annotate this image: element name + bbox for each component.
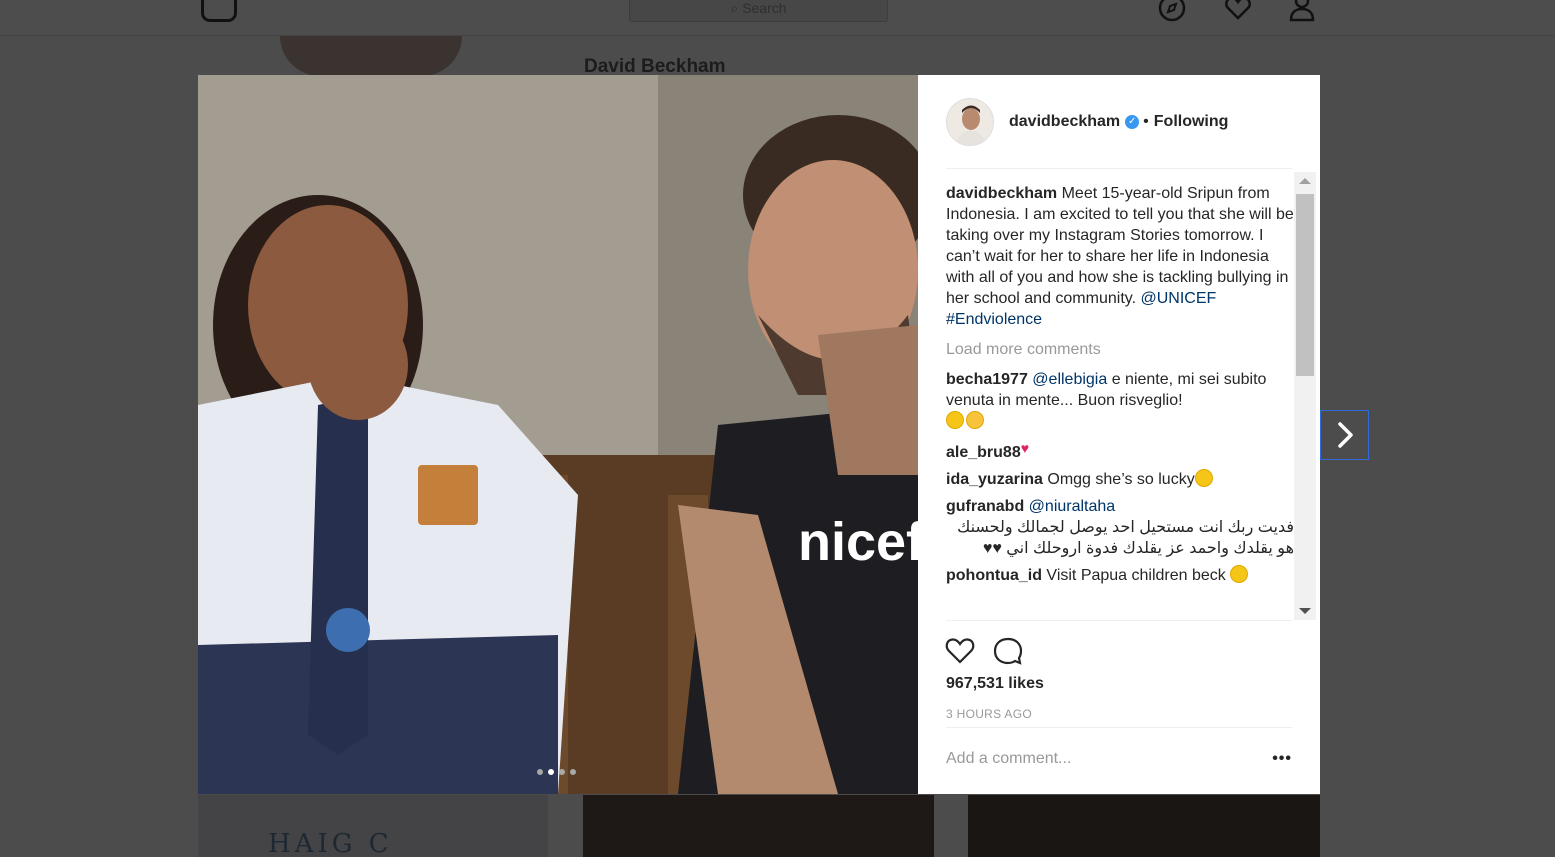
comments-list[interactable]: davidbeckham Meet 15-year-old Sripun fro… [946,183,1294,623]
list-item: pohontua_id Visit Papua children beck [946,565,1294,586]
photo-illustration: nicef [198,75,918,794]
comment-text: Omgg she’s so lucky [1042,471,1195,488]
action-icons [944,635,1024,667]
grinning-emoji-icon [1194,469,1213,487]
more-options-icon[interactable]: ••• [1272,750,1292,768]
scroll-up-arrow-icon[interactable] [1299,178,1311,184]
list-item: becha1977 @ellebigia e niente, mi sei su… [946,369,1294,432]
comment-username[interactable]: ale_bru88 [946,444,1021,461]
comment-username[interactable]: pohontua_id [946,567,1042,584]
background-profile-picture [280,36,462,76]
post-photo[interactable]: nicef [198,75,918,794]
compass-icon[interactable] [1158,0,1186,22]
red-heart-emoji-icon: ♥ [1020,440,1030,456]
comment-mention-link[interactable]: @ellebigia [1032,371,1107,388]
carousel-dot-active [548,769,554,775]
scroll-down-arrow-icon[interactable] [1299,608,1311,614]
comment-mention-link[interactable]: @niuraltaha [1029,498,1116,515]
caption-mention-link[interactable]: @UNICEF [1140,290,1216,307]
carousel-dot [559,769,565,775]
smiling-emoji-icon [1230,565,1249,583]
heart-eyes-emoji-icon [946,411,964,429]
caption-hashtag-link[interactable]: #Endviolence [946,311,1042,328]
svg-text:nicef: nicef [798,512,918,572]
heart-icon[interactable] [1224,0,1252,22]
comment-username[interactable]: becha1977 [946,371,1028,388]
caption-username[interactable]: davidbeckham [946,185,1057,202]
search-icon: ⌕ [730,0,743,16]
person-icon[interactable] [1288,0,1316,22]
list-item: ale_bru88♥ [946,438,1294,463]
list-item: ida_yuzarina Omgg she’s so lucky [946,469,1294,490]
comment-text-arabic: فديت ربك انت مستحيل احد يوصل لجمالك ولحس… [957,519,1294,557]
post-timestamp[interactable]: 3 HOURS AGO [946,707,1032,721]
comment-bubble-icon[interactable] [992,635,1024,667]
instagram-logo[interactable] [201,0,237,22]
comment-username[interactable]: gufranabd [946,498,1024,515]
post-actions: 967,531 likes 3 HOURS AGO [945,620,1292,721]
comment-username[interactable]: ida_yuzarina [946,471,1043,488]
load-more-comments-button[interactable]: Load more comments [946,339,1294,360]
following-button[interactable]: Following [1154,113,1229,131]
carousel-dot [537,769,543,775]
post-details-panel: davidbeckham ✓ • Following davidbeckham … [918,75,1320,794]
background-post-thumbnail[interactable] [968,795,1320,857]
top-navigation-bar: ⌕ Search [0,0,1555,36]
thumbnail-text: HAIG C [268,829,393,857]
post-modal: nicef davidbeckham ✓ • Following davidbe… [198,75,1320,794]
add-comment-input[interactable] [946,750,1246,768]
kissing-face-emoji-icon [966,411,984,429]
background-post-thumbnail[interactable] [583,795,934,857]
post-author-username[interactable]: davidbeckham [1009,113,1120,131]
carousel-dot [570,769,576,775]
caption-text: Meet 15-year-old Sripun from Indonesia. … [946,185,1294,307]
add-comment-bar: ••• [946,727,1292,794]
verified-badge-icon: ✓ [1125,114,1140,129]
search-box[interactable]: ⌕ Search [629,0,888,22]
avatar[interactable] [946,97,994,146]
carousel-indicators [537,769,576,775]
comments-scrollbar[interactable] [1294,172,1316,620]
like-heart-icon[interactable] [944,635,976,667]
background-post-thumbnail[interactable]: HAIG C [198,795,548,857]
scrollbar-thumb[interactable] [1296,194,1314,376]
list-item: gufranabd @niuraltaha فديت ربك انت مستحي… [946,496,1294,559]
header-separator: • [1143,112,1149,130]
chevron-right-icon [1337,422,1353,448]
comment-text: Visit Papua children beck [1041,567,1231,584]
search-placeholder: Search [742,0,787,16]
post-caption: davidbeckham Meet 15-year-old Sripun fro… [946,183,1294,330]
post-header: davidbeckham ✓ • Following [946,75,1292,169]
avatar-image [947,98,993,145]
next-post-button[interactable] [1320,410,1369,460]
like-count[interactable]: 967,531 likes [946,675,1044,693]
